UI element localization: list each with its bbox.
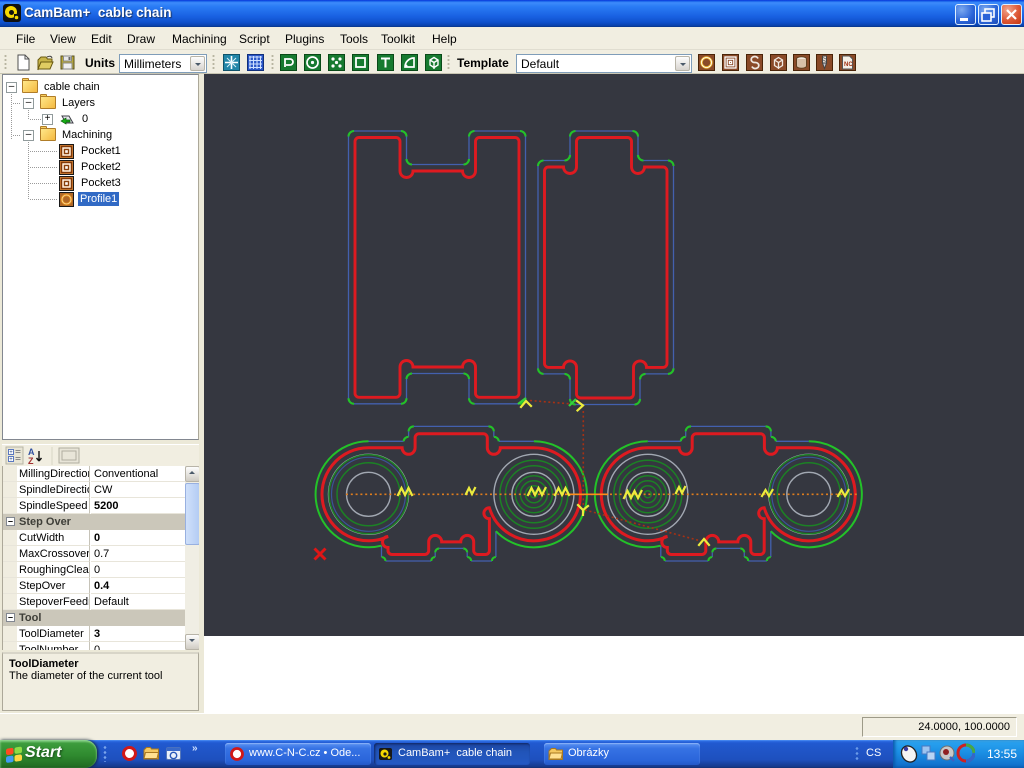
svg-text:+: + (9, 457, 13, 463)
svg-text:Z: Z (28, 456, 34, 466)
svg-text:NC: NC (844, 62, 853, 68)
svg-text:+: + (9, 450, 13, 456)
